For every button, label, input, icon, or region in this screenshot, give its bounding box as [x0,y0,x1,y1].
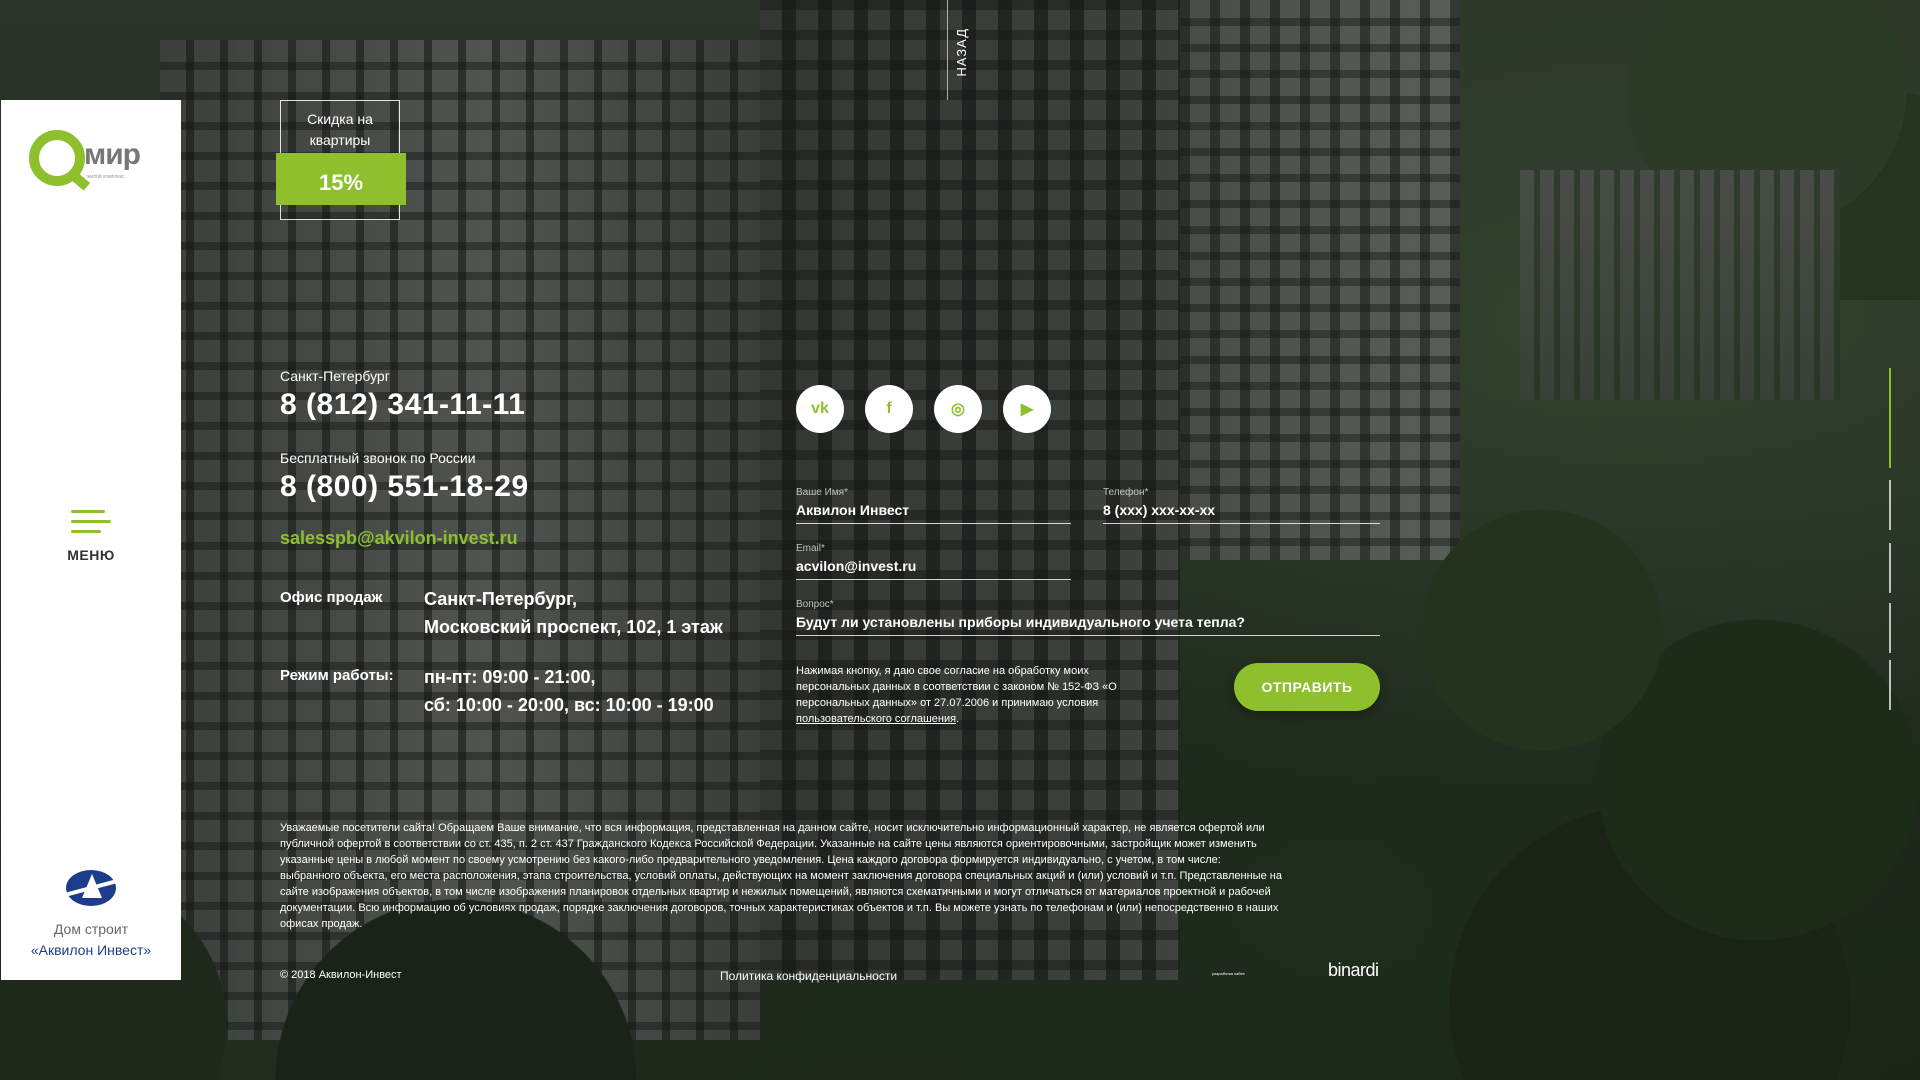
menu-button[interactable]: МЕНЮ [1,510,181,563]
vk-icon[interactable]: vk [796,385,844,433]
name-label: Ваше Имя* [796,487,848,498]
menu-label: МЕНЮ [67,547,115,563]
user-agreement-link[interactable]: пользовательского соглашения [796,713,956,725]
akvilon-logo-icon [66,870,116,906]
discount-label: Скидка на квартиры [307,111,373,148]
builder-text: Дом строит «Аквилон Инвест» [1,919,181,961]
section-indicator-item[interactable] [1889,660,1891,710]
section-indicator-item[interactable] [1889,480,1891,530]
question-field-group: Вопрос* [796,599,1380,636]
hamburger-icon [71,510,111,534]
email-input[interactable] [796,558,1071,580]
consent-body: Нажимая кнопку, я даю свое согласие на о… [796,665,1117,709]
name-input[interactable] [796,502,1071,524]
hours-value: пн-пт: 09:00 - 21:00, сб: 10:00 - 20:00,… [424,663,714,719]
discount-badge[interactable]: Скидка на квартиры 15% [276,100,406,220]
hours-line1: пн-пт: 09:00 - 21:00, [424,667,596,687]
sidebar: мир жилой комплекс МЕНЮ Дом строит «Акви… [1,100,181,980]
builder-line2: «Аквилон Инвест» [30,942,152,958]
consent-text: Нажимая кнопку, я даю свое согласие на о… [796,663,1156,727]
facebook-icon[interactable]: f [865,385,913,433]
social-links: vk f ◎ ▶ [796,385,1051,433]
back-divider [947,0,948,100]
hours-label: Режим работы: [280,667,394,684]
question-input[interactable] [796,614,1380,636]
legal-disclaimer: Уважаемые посетители сайта! Обращаем Ваш… [280,822,1282,930]
submit-button[interactable]: ОТПРАВИТЬ [1234,663,1380,711]
phone-free[interactable]: 8 (800) 551-18-29 [280,470,760,504]
builder-line1: Дом строит [53,921,129,937]
section-indicator [1889,368,1891,710]
consent-tail: . [956,713,960,725]
hours-line2: сб: 10:00 - 20:00, вс: 10:00 - 19:00 [424,695,714,715]
logo-subtitle: жилой комплекс [87,174,125,180]
discount-value: 15% [276,153,406,205]
office-address-line2: Московский проспект, 102, 1 этаж [424,617,723,637]
office-row: Офис продаж Санкт-Петербург, Московский … [280,585,760,641]
developer-caption: разработка сайта [1212,971,1245,976]
section-indicator-active[interactable] [1889,368,1891,468]
hours-row: Режим работы: пн-пт: 09:00 - 21:00, сб: … [280,663,760,719]
contacts-block: Санкт-Петербург 8 (812) 341-11-11 Беспла… [280,368,760,719]
free-call-label: Бесплатный звонок по России [280,450,476,466]
office-address-line1: Санкт-Петербург, [424,589,578,609]
copyright: © 2018 Аквилон-Инвест [280,969,402,981]
office-address: Санкт-Петербург, Московский проспект, 10… [424,585,723,641]
name-field-group: Ваше Имя* [796,487,1071,524]
email-link[interactable]: salesspb@akvilon-invest.ru [280,528,760,549]
phone-city[interactable]: 8 (812) 341-11-11 [280,388,760,422]
logo-text: мир [84,138,141,171]
city-label: Санкт-Петербург [280,368,390,384]
phone-field-group: Телефон* [1103,487,1380,524]
instagram-icon[interactable]: ◎ [934,385,982,433]
back-label: НАЗАД [954,28,969,77]
developer-logo-link[interactable]: binardi [1328,960,1379,981]
back-link[interactable]: НАЗАД [942,0,972,100]
office-label: Офис продаж [280,589,383,606]
phone-input[interactable] [1103,502,1380,524]
section-indicator-item[interactable] [1889,543,1891,593]
question-label: Вопрос* [796,599,834,610]
phone-label: Телефон* [1103,487,1149,498]
email-label: Email* [796,543,825,554]
email-field-group: Email* [796,543,1071,580]
site-logo[interactable]: мир жилой комплекс [29,130,159,190]
builder-block[interactable]: Дом строит «Аквилон Инвест» [1,870,181,961]
youtube-icon[interactable]: ▶ [1003,385,1051,433]
logo-q-mark [29,130,85,186]
privacy-policy-link[interactable]: Политика конфиденциальности [720,969,897,983]
section-indicator-item[interactable] [1889,603,1891,653]
